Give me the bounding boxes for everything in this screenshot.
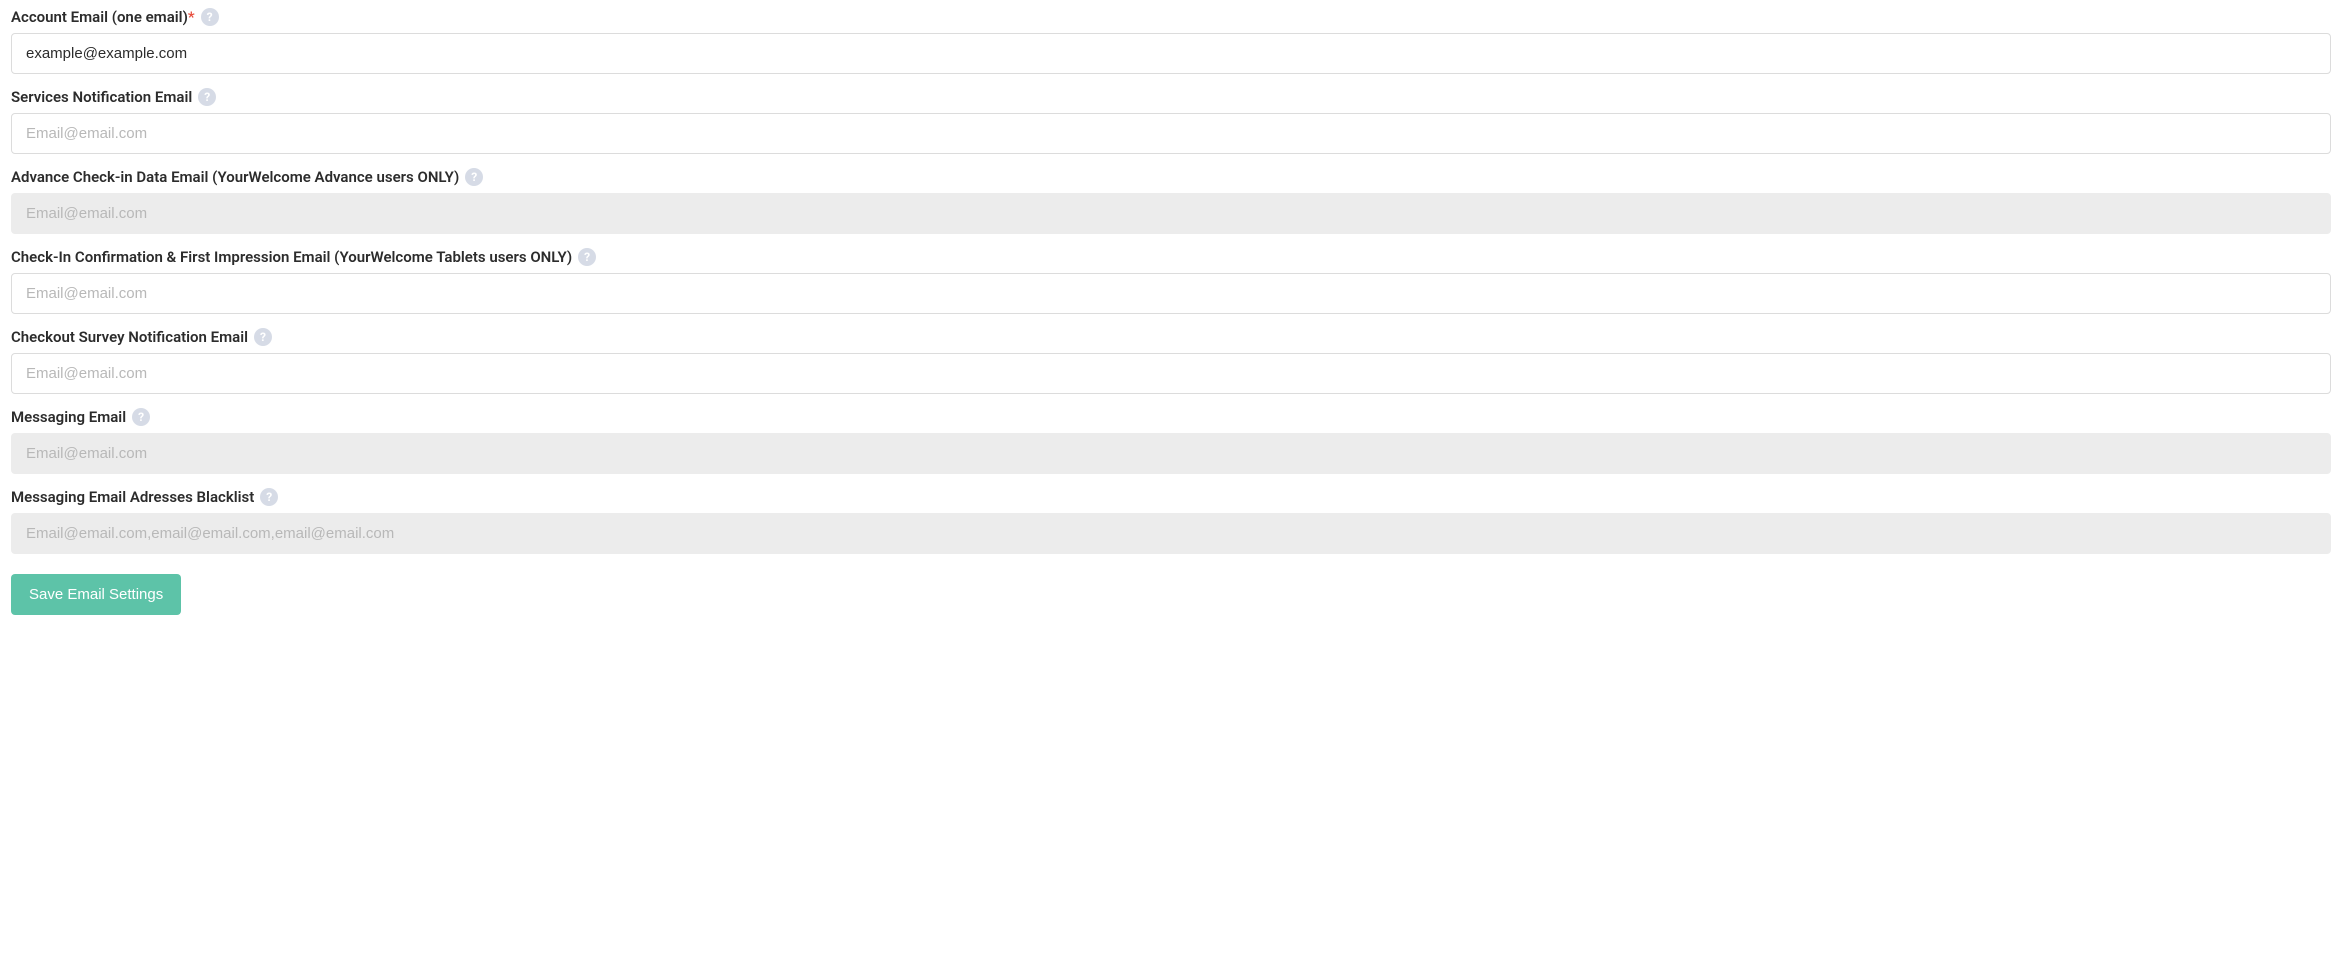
help-icon[interactable]: ? [132,408,150,426]
services-notification-label-text: Services Notification Email [11,88,192,106]
help-icon[interactable]: ? [578,248,596,266]
account-email-label: Account Email (one email)* ? [11,8,2331,26]
checkin-confirmation-input[interactable] [11,273,2331,314]
messaging-blacklist-input [11,513,2331,554]
services-notification-input[interactable] [11,113,2331,154]
advance-checkin-group: Advance Check-in Data Email (YourWelcome… [11,168,2331,234]
checkout-survey-input[interactable] [11,353,2331,394]
checkin-confirmation-label: Check-In Confirmation & First Impression… [11,248,2331,266]
checkin-confirmation-label-text: Check-In Confirmation & First Impression… [11,248,572,266]
messaging-blacklist-label-text: Messaging Email Adresses Blacklist [11,488,254,506]
help-icon[interactable]: ? [260,488,278,506]
email-settings-form: Account Email (one email)* ? Services No… [11,8,2331,615]
messaging-blacklist-label: Messaging Email Adresses Blacklist ? [11,488,2331,506]
messaging-email-label: Messaging Email ? [11,408,2331,426]
messaging-email-input [11,433,2331,474]
checkout-survey-label-text: Checkout Survey Notification Email [11,328,248,346]
services-notification-label: Services Notification Email ? [11,88,2331,106]
account-email-group: Account Email (one email)* ? [11,8,2331,74]
checkin-confirmation-group: Check-In Confirmation & First Impression… [11,248,2331,314]
checkout-survey-group: Checkout Survey Notification Email ? [11,328,2331,394]
advance-checkin-label-text: Advance Check-in Data Email (YourWelcome… [11,168,459,186]
messaging-email-group: Messaging Email ? [11,408,2331,474]
help-icon[interactable]: ? [254,328,272,346]
messaging-email-label-text: Messaging Email [11,408,126,426]
save-email-settings-button[interactable]: Save Email Settings [11,574,181,615]
account-email-input[interactable] [11,33,2331,74]
advance-checkin-label: Advance Check-in Data Email (YourWelcome… [11,168,2331,186]
help-icon[interactable]: ? [198,88,216,106]
required-asterisk: * [188,8,195,26]
help-icon[interactable]: ? [201,8,219,26]
checkout-survey-label: Checkout Survey Notification Email ? [11,328,2331,346]
account-email-label-text: Account Email (one email) [11,8,188,26]
services-notification-group: Services Notification Email ? [11,88,2331,154]
messaging-blacklist-group: Messaging Email Adresses Blacklist ? [11,488,2331,554]
help-icon[interactable]: ? [465,168,483,186]
advance-checkin-input [11,193,2331,234]
